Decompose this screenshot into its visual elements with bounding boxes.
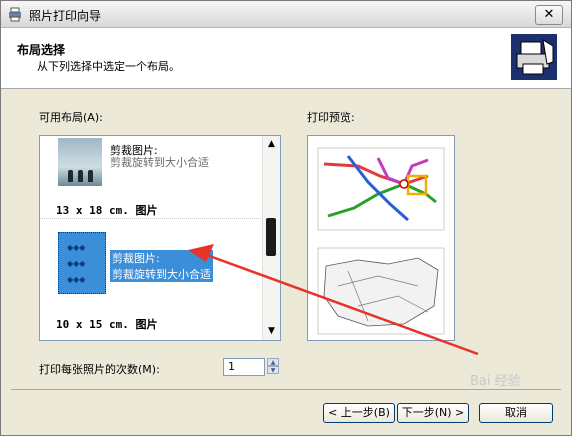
layout-item-10x15[interactable]: ◆◆◆ ◆◆◆ ◆◆◆ 剪裁图片: 剪裁旋转到大小合适 10 x 15 cm. 图片 (40, 220, 263, 340)
layout-item-title: 剪裁图片: (112, 252, 160, 265)
layout-item-description: 剪裁旋转到大小合适 (112, 268, 211, 281)
print-preview-image (317, 147, 445, 335)
layout-item-13x18[interactable]: 剪裁图片: 剪裁旋转到大小合适 13 x 18 cm. 图片 (40, 136, 263, 219)
layout-item-description: 剪裁旋转到大小合适 (110, 156, 209, 169)
layout-item-size: 10 x 15 cm. 图片 (56, 318, 158, 331)
spin-up-icon[interactable]: ▲ (267, 358, 279, 366)
layout-item-size: 13 x 18 cm. 图片 (56, 204, 158, 217)
layout-list-scrollbar[interactable]: ▲ ▼ (262, 136, 280, 340)
available-layouts-label: 可用布局(A): (39, 111, 103, 124)
selected-layout-text: 剪裁图片: 剪裁旋转到大小合适 (110, 250, 213, 282)
next-button[interactable]: 下一步(N) > (397, 403, 469, 423)
scroll-down-icon[interactable]: ▼ (263, 323, 280, 340)
copies-spinner[interactable]: ▲ ▼ (267, 358, 279, 376)
scroll-up-icon[interactable]: ▲ (263, 136, 280, 153)
spin-down-icon[interactable]: ▼ (267, 366, 279, 374)
back-button[interactable]: < 上一步(B) (323, 403, 395, 423)
window-title: 照片打印向导 (29, 9, 102, 23)
scroll-thumb[interactable] (266, 218, 276, 256)
step-subtitle: 从下列选择中选定一个布局。 (37, 60, 180, 73)
divider (11, 389, 561, 390)
step-title: 布局选择 (17, 43, 66, 57)
title-bar[interactable]: 照片打印向导 ✕ (1, 1, 571, 28)
copies-label: 打印每张照片的次数(M): (39, 363, 160, 376)
print-preview-pane (307, 135, 455, 341)
cancel-button[interactable]: 取消 (479, 403, 553, 423)
print-preview-label: 打印预览: (307, 111, 355, 124)
layout-thumbnail (58, 138, 102, 186)
copies-input[interactable]: 1 (223, 358, 265, 376)
watermark: Bai 经验 (470, 374, 521, 389)
printer-icon (9, 7, 21, 22)
close-button[interactable]: ✕ (535, 5, 563, 25)
printer-wizard-icon (511, 34, 557, 80)
layout-thumbnail-selected: ◆◆◆ ◆◆◆ ◆◆◆ (58, 232, 106, 294)
layout-list[interactable]: 剪裁图片: 剪裁旋转到大小合适 13 x 18 cm. 图片 ◆◆◆ ◆◆◆ ◆◆◆… (39, 135, 281, 341)
wizard-header: 布局选择 从下列选择中选定一个布局。 (1, 28, 571, 89)
